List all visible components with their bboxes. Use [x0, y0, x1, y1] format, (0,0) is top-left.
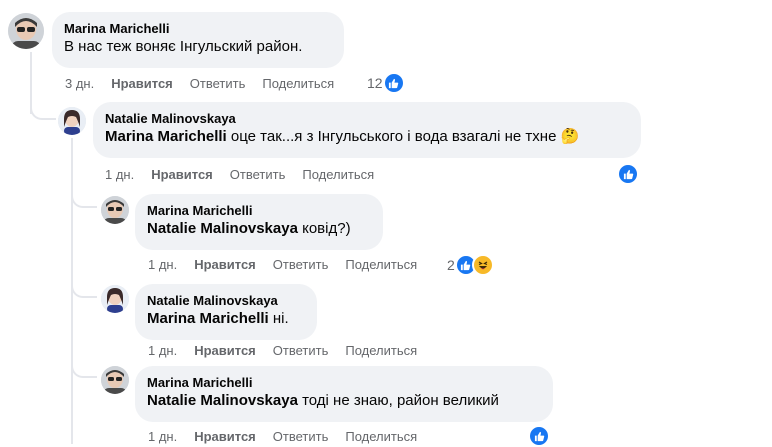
comment-body: ковід?): [302, 220, 351, 237]
mention-link[interactable]: Marina Marichelli: [105, 128, 227, 145]
share-button[interactable]: Поделиться: [302, 167, 374, 182]
comment-body: тоді не знаю, район великий: [302, 392, 499, 409]
comment-text: Marina Marichelli оце так...я з Інгульсь…: [105, 127, 629, 147]
comment-bubble: Natalie Malinovskaya Marina Marichelli о…: [93, 102, 641, 158]
comment-time[interactable]: 1 дн.: [148, 343, 177, 358]
comment-body: оце так...я з Інгульського і вода взагал…: [230, 128, 557, 145]
share-button[interactable]: Поделиться: [345, 257, 417, 272]
like-button[interactable]: Нравится: [194, 429, 256, 444]
comment-actions: 1 дн. Нравится Ответить Поделиться: [148, 429, 417, 444]
comment-author[interactable]: Marina Marichelli: [64, 20, 332, 37]
comment-bubble: Marina Marichelli Natalie Malinovskaya т…: [135, 366, 553, 422]
comment-text: Natalie Malinovskaya тоді не знаю, район…: [147, 391, 541, 411]
mention-link[interactable]: Natalie Malinovskaya: [147, 220, 298, 237]
comment-time[interactable]: 1 дн.: [148, 429, 177, 444]
comment-actions: 1 дн. Нравится Ответить Поделиться: [105, 167, 374, 182]
like-icon: [382, 72, 405, 94]
share-button[interactable]: Поделиться: [345, 429, 417, 444]
comment-text: В нас теж воняє Інгульский район.: [64, 38, 303, 55]
comment-bubble: Marina Marichelli В нас теж воняє Інгуль…: [52, 12, 344, 68]
reaction-summary[interactable]: [617, 163, 639, 185]
comment-actions: 3 дн. Нравится Ответить Поделиться: [65, 76, 334, 91]
like-button[interactable]: Нравится: [111, 76, 173, 91]
mention-link[interactable]: Marina Marichelli: [147, 310, 269, 327]
haha-icon: [471, 254, 494, 276]
thread-connector: [71, 280, 97, 298]
thinking-emoji: 🤔: [560, 128, 580, 145]
comment-bubble: Natalie Malinovskaya Marina Marichelli н…: [135, 284, 317, 340]
reaction-summary[interactable]: 2: [447, 254, 494, 276]
comment-text: Marina Marichelli ні.: [147, 309, 305, 329]
thread-connector: [71, 360, 97, 378]
comment-actions: 1 дн. Нравится Ответить Поделиться: [148, 343, 417, 358]
like-button[interactable]: Нравится: [194, 343, 256, 358]
avatar[interactable]: [58, 107, 86, 135]
comment-author[interactable]: Marina Marichelli: [147, 202, 371, 219]
comment-time[interactable]: 1 дн.: [105, 167, 134, 182]
like-button[interactable]: Нравится: [151, 167, 213, 182]
reaction-count: 2: [447, 257, 455, 273]
share-button[interactable]: Поделиться: [262, 76, 334, 91]
like-icon: [617, 163, 639, 185]
comment-author[interactable]: Natalie Malinovskaya: [147, 292, 305, 309]
reply-button[interactable]: Ответить: [273, 343, 329, 358]
comment-time[interactable]: 3 дн.: [65, 76, 94, 91]
reply-button[interactable]: Ответить: [190, 76, 246, 91]
comment-author[interactable]: Natalie Malinovskaya: [105, 110, 629, 127]
comment-body: ні.: [272, 310, 289, 327]
like-button[interactable]: Нравится: [194, 257, 256, 272]
avatar[interactable]: [8, 13, 44, 49]
comment-author[interactable]: Marina Marichelli: [147, 374, 541, 391]
reply-button[interactable]: Ответить: [273, 429, 329, 444]
reaction-count: 12: [367, 75, 383, 91]
thread-connector: [71, 190, 97, 208]
avatar[interactable]: [101, 196, 129, 224]
comment-text: Natalie Malinovskaya ковід?): [147, 219, 371, 239]
reaction-summary[interactable]: 12: [367, 72, 405, 94]
comment-actions: 1 дн. Нравится Ответить Поделиться: [148, 257, 417, 272]
reply-button[interactable]: Ответить: [273, 257, 329, 272]
thread-connector: [30, 100, 56, 120]
mention-link[interactable]: Natalie Malinovskaya: [147, 392, 298, 409]
comment-bubble: Marina Marichelli Natalie Malinovskaya к…: [135, 194, 383, 250]
avatar[interactable]: [101, 366, 129, 394]
share-button[interactable]: Поделиться: [345, 343, 417, 358]
avatar[interactable]: [101, 285, 129, 313]
reply-button[interactable]: Ответить: [230, 167, 286, 182]
comment-time[interactable]: 1 дн.: [148, 257, 177, 272]
